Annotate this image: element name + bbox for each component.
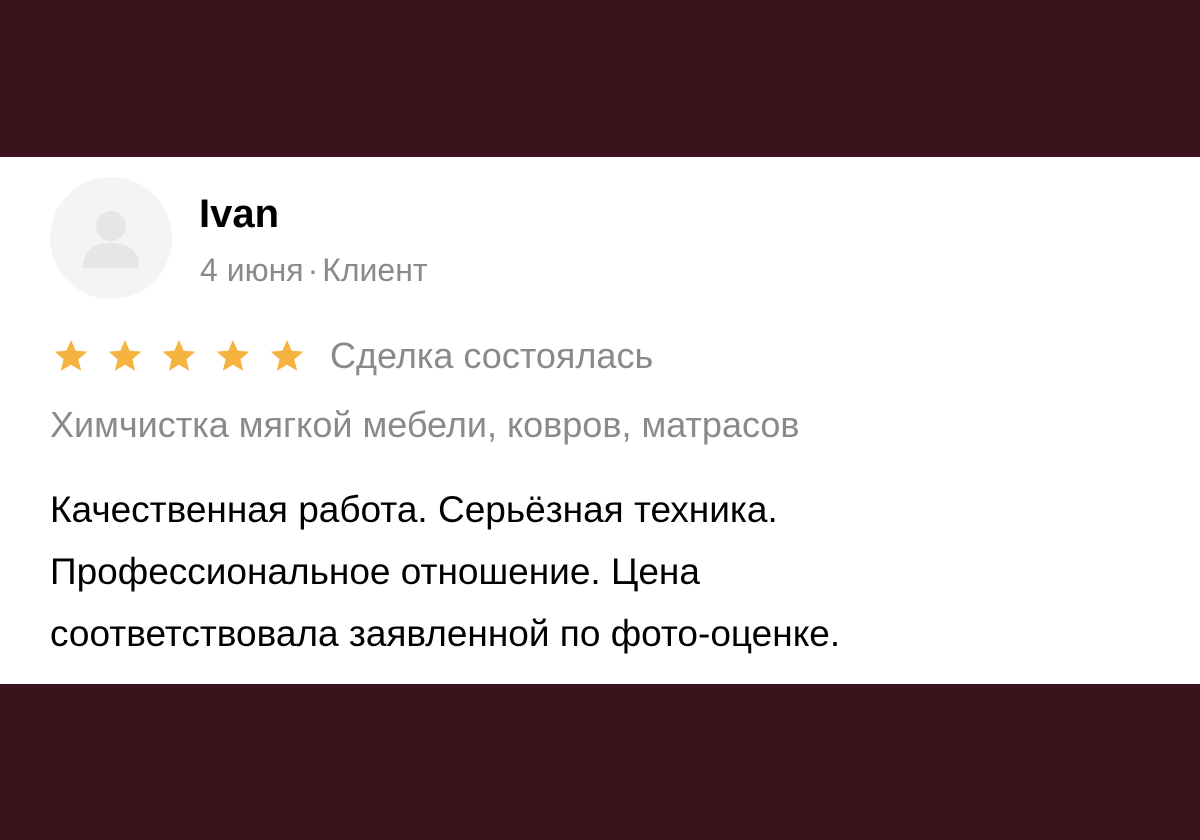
star-icon: [216, 339, 250, 371]
star-icon: [270, 339, 304, 371]
rating-stars: [52, 337, 330, 375]
star-icon: [162, 339, 196, 371]
service-name[interactable]: Химчистка мягкой мебели, ковров, матрасо…: [50, 403, 800, 447]
review-text-line: Качественная работа. Серьёзная техника.: [50, 489, 778, 530]
author-name[interactable]: Ivan: [199, 191, 279, 237]
review-meta: 4 июня · Клиент: [200, 251, 428, 289]
deal-status: Сделка состоялась: [330, 335, 654, 376]
star-icon: [54, 339, 88, 371]
review-text-line: соответствовала заявленной по фото-оценк…: [50, 613, 841, 654]
rating-row: Сделка состоялась: [52, 333, 653, 379]
review-card: Ivan 4 июня · Клиент Сделка состоялась Хим…: [0, 157, 1200, 684]
meta-separator: ·: [307, 252, 319, 288]
star-icon: [108, 339, 142, 371]
avatar[interactable]: [50, 177, 172, 299]
review-date: 4 июня: [200, 252, 304, 288]
review-text-line: Профессиональное отношение. Цена: [50, 551, 700, 592]
user-placeholder-icon: [83, 211, 139, 268]
author-role: Клиент: [322, 252, 428, 288]
review-text: Качественная работа. Серьёзная техника. …: [50, 479, 1150, 665]
